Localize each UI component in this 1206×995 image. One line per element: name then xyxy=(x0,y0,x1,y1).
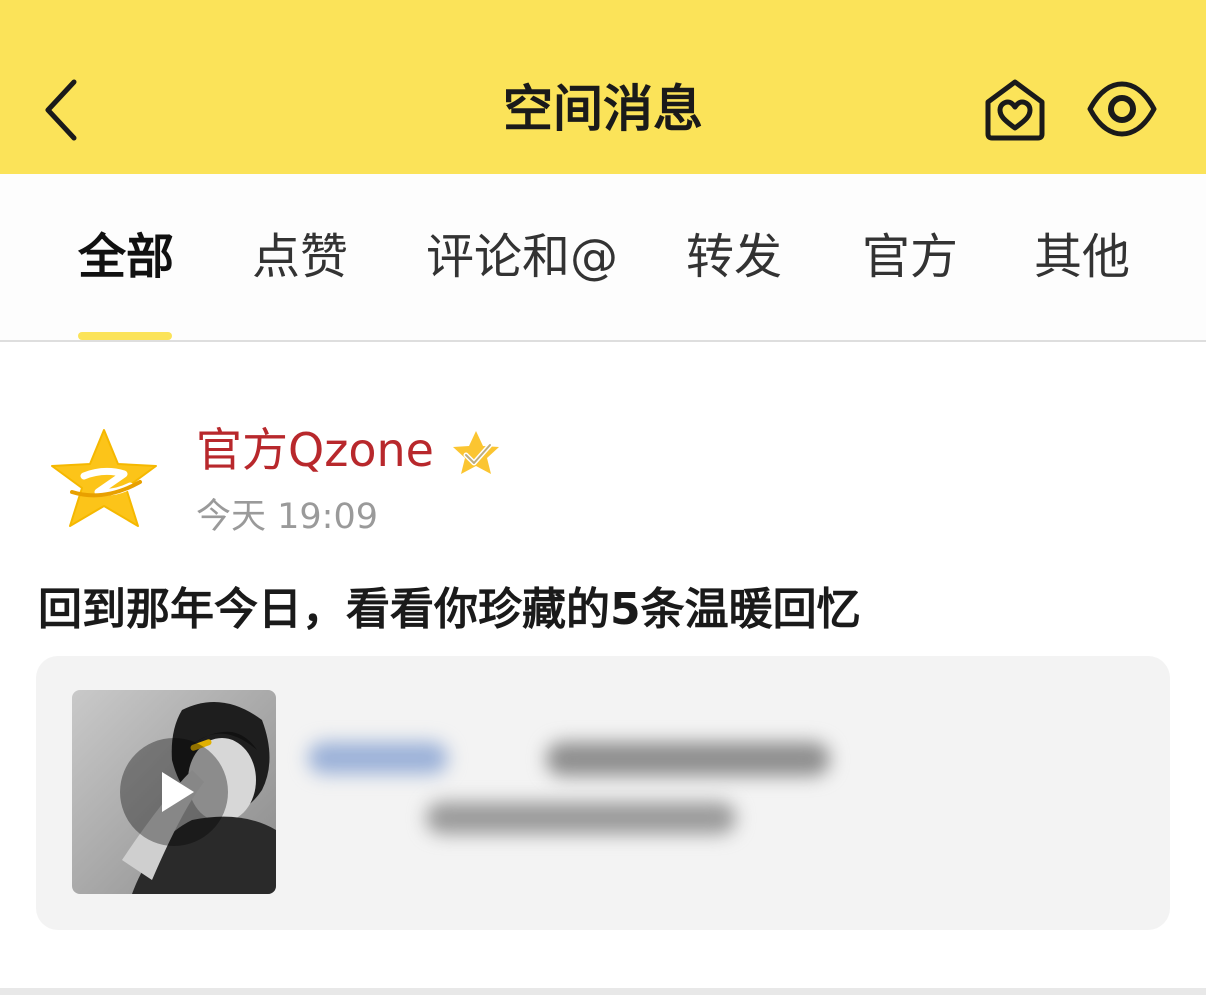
qzone-star-logo xyxy=(51,429,157,527)
message-type-tabs: 全部 点赞 评论和@ 转发 官方 其他 xyxy=(0,174,1206,342)
eye-icon xyxy=(1087,81,1157,137)
visitors-button[interactable] xyxy=(1084,76,1160,142)
sender-name[interactable]: 官方Qzone xyxy=(196,420,434,480)
message-text: 回到那年今日，看看你珍藏的5条温暖回忆 xyxy=(38,584,861,635)
verified-star-icon xyxy=(453,431,499,474)
shared-content-card[interactable] xyxy=(36,656,1170,930)
tab-all[interactable]: 全部 xyxy=(78,224,174,290)
message-timestamp: 今天 19:09 xyxy=(196,497,378,537)
play-icon xyxy=(120,738,228,846)
tab-likes[interactable]: 点赞 xyxy=(252,224,348,290)
list-divider xyxy=(0,988,1206,995)
active-tab-indicator xyxy=(78,332,172,340)
avatar[interactable] xyxy=(48,426,160,530)
home-heart-icon xyxy=(985,79,1045,141)
blurred-text xyxy=(308,742,448,774)
tab-comments-mentions[interactable]: 评论和@ xyxy=(426,224,618,290)
tab-official[interactable]: 官方 xyxy=(862,224,958,290)
video-thumbnail[interactable] xyxy=(72,690,276,894)
tab-reposts[interactable]: 转发 xyxy=(686,224,782,290)
tab-other[interactable]: 其他 xyxy=(1034,224,1130,290)
blurred-text xyxy=(546,742,830,776)
message-list: 官方Qzone 今天 19:09 回到那年今日，看看你珍藏的5条温暖回忆 xyxy=(0,344,1206,989)
blurred-text xyxy=(426,802,736,834)
home-button[interactable] xyxy=(980,74,1050,144)
header-bar: 空间消息 xyxy=(0,0,1206,174)
